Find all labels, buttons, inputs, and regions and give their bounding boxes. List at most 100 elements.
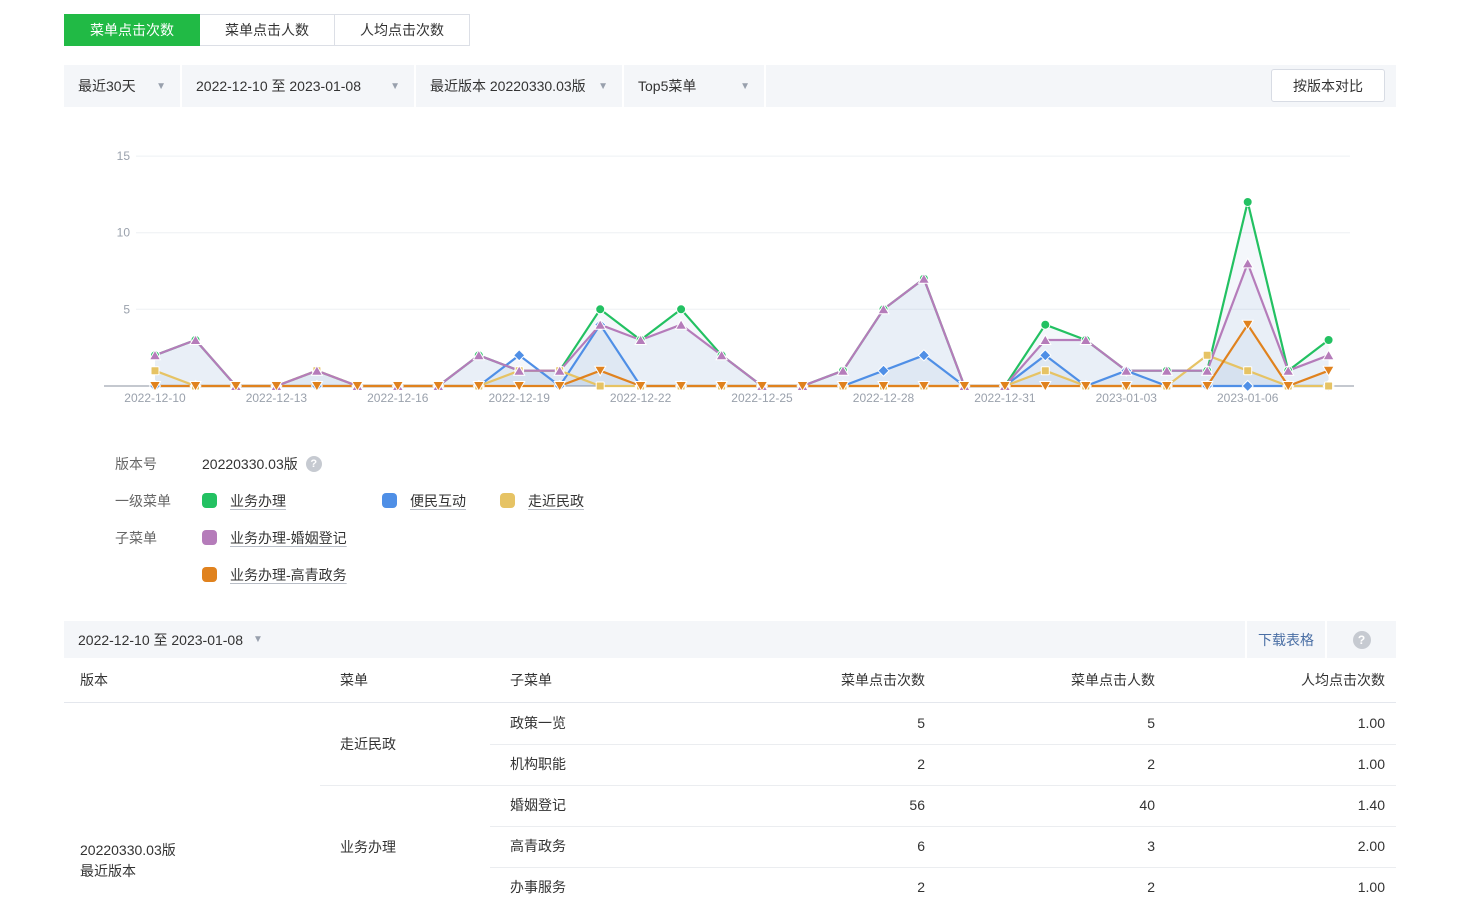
filter-bar-spacer: 按版本对比 bbox=[766, 65, 1396, 107]
svg-text:2023-01-03: 2023-01-03 bbox=[1096, 391, 1158, 405]
svg-text:2022-12-10: 2022-12-10 bbox=[124, 391, 186, 405]
row-divider bbox=[490, 867, 1396, 868]
svg-text:2022-12-16: 2022-12-16 bbox=[367, 391, 429, 405]
version-value: 20220330.03版 bbox=[202, 454, 298, 474]
row-divider bbox=[490, 826, 1396, 827]
svg-text:2022-12-28: 2022-12-28 bbox=[853, 391, 915, 405]
legend-item[interactable]: 业务办理 bbox=[202, 491, 382, 511]
tab-menu-clicks[interactable]: 菜单点击次数 bbox=[64, 14, 200, 46]
help-icon[interactable]: ? bbox=[306, 456, 322, 472]
table-help-cell: ? bbox=[1327, 621, 1396, 658]
chevron-down-icon: ▼ bbox=[156, 81, 166, 92]
svg-text:2023-01-06: 2023-01-06 bbox=[1217, 391, 1279, 405]
svg-text:15: 15 bbox=[117, 149, 131, 163]
date-range-label: 2022-12-10 至 2023-01-08 bbox=[196, 76, 361, 96]
submenu-cell: 办事服务 bbox=[510, 867, 566, 897]
col-version: 版本 bbox=[80, 658, 108, 703]
avg-cell: 1.00 bbox=[1265, 867, 1385, 897]
legend-item-label: 走近民政 bbox=[528, 491, 584, 511]
table-row: 政策一览551.00 bbox=[64, 703, 1396, 744]
submenu-row-label: 子菜单 bbox=[115, 528, 202, 548]
compare-by-version-button[interactable]: 按版本对比 bbox=[1271, 69, 1385, 102]
version-label: 最近版本 20220330.03版 bbox=[430, 76, 586, 96]
tab-avg-clicks[interactable]: 人均点击次数 bbox=[335, 14, 470, 46]
clicks-cell: 2 bbox=[805, 867, 925, 897]
chevron-down-icon: ▼ bbox=[740, 81, 750, 92]
submenu-cell: 高青政务 bbox=[510, 826, 566, 867]
chart-legend: 版本号 20220330.03版 ? 一级菜单 业务办理 便民互动 走近民政 子… bbox=[115, 445, 584, 593]
top-menu-dropdown[interactable]: Top5菜单 ▼ bbox=[624, 65, 764, 107]
legend-item[interactable]: 业务办理-高青政务 bbox=[202, 565, 347, 585]
legend-item-label: 业务办理-婚姻登记 bbox=[230, 528, 347, 548]
clicks-cell: 2 bbox=[805, 744, 925, 785]
chevron-down-icon: ▼ bbox=[598, 81, 608, 92]
svg-text:2022-12-31: 2022-12-31 bbox=[974, 391, 1036, 405]
legend-swatch bbox=[202, 493, 217, 508]
version-cell: 20220330.03版最近版本 bbox=[80, 840, 176, 882]
table-body: 政策一览 5 5 1.00 机构职能 2 2 1.00 婚姻登记 56 40 1.40 高青政务 6 3 2.… bbox=[64, 703, 1396, 897]
version-row-label: 版本号 bbox=[115, 454, 202, 474]
legend-item[interactable]: 走近民政 bbox=[500, 491, 584, 511]
range-preset-label: 最近30天 bbox=[78, 76, 136, 96]
filter-bar: 最近30天 ▼ 2022-12-10 至 2023-01-08 ▼ 最近版本 2… bbox=[64, 65, 1396, 107]
svg-text:5: 5 bbox=[123, 302, 130, 316]
users-cell: 3 bbox=[1035, 826, 1155, 867]
help-icon[interactable]: ? bbox=[1353, 631, 1371, 649]
submenu-cell: 机构职能 bbox=[510, 744, 566, 785]
submenu-cell: 政策一览 bbox=[510, 703, 566, 744]
col-clicks: 菜单点击次数 bbox=[841, 658, 925, 703]
row-divider bbox=[490, 744, 1396, 745]
version-name: 20220330.03版 bbox=[80, 840, 176, 861]
users-cell: 40 bbox=[1035, 785, 1155, 826]
svg-text:2022-12-25: 2022-12-25 bbox=[731, 391, 793, 405]
metric-tabs: 菜单点击次数 菜单点击人数 人均点击次数 bbox=[64, 14, 470, 46]
version-dropdown[interactable]: 最近版本 20220330.03版 ▼ bbox=[416, 65, 622, 107]
clicks-cell: 5 bbox=[805, 703, 925, 744]
users-cell: 2 bbox=[1035, 867, 1155, 897]
date-range-dropdown[interactable]: 2022-12-10 至 2023-01-08 ▼ bbox=[182, 65, 414, 107]
table-row: 办事服务 2 2 1.00 bbox=[64, 867, 1396, 897]
menu-cell: 走近民政 bbox=[340, 703, 396, 785]
legend-item[interactable]: 便民互动 bbox=[382, 491, 500, 511]
version-tag: 最近版本 bbox=[80, 861, 176, 882]
table-header-bar: 2022-12-10 至 2023-01-08 ▼ 下载表格 ? bbox=[64, 621, 1396, 658]
table-date-range-dropdown[interactable]: 2022-12-10 至 2023-01-08 ▼ bbox=[64, 621, 1245, 658]
legend-item[interactable]: 业务办理-婚姻登记 bbox=[202, 528, 347, 548]
legend-swatch bbox=[500, 493, 515, 508]
row-divider bbox=[320, 785, 1396, 786]
legend-item-label: 业务办理 bbox=[230, 491, 286, 511]
avg-cell: 1.40 bbox=[1265, 785, 1385, 826]
submenu-cell: 婚姻登记 bbox=[510, 785, 566, 826]
table-date-range-label: 2022-12-10 至 2023-01-08 bbox=[78, 630, 243, 650]
legend-item-label: 便民互动 bbox=[410, 491, 466, 511]
tab-menu-users[interactable]: 菜单点击人数 bbox=[200, 14, 335, 46]
top-menu-label: Top5菜单 bbox=[638, 76, 696, 96]
chevron-down-icon: ▼ bbox=[390, 81, 400, 92]
chevron-down-icon: ▼ bbox=[253, 634, 263, 645]
col-submenu: 子菜单 bbox=[510, 658, 552, 703]
clicks-cell: 6 bbox=[805, 826, 925, 867]
col-users: 菜单点击人数 bbox=[1071, 658, 1155, 703]
table-row: 高青政务 6 3 2.00 bbox=[64, 826, 1396, 867]
download-table-button[interactable]: 下载表格 bbox=[1247, 621, 1325, 658]
users-cell: 5 bbox=[1035, 703, 1155, 744]
table-row: 婚姻登记 56 40 1.40 bbox=[64, 785, 1396, 826]
clicks-cell: 56 bbox=[805, 785, 925, 826]
table-column-headers: 版本 菜单 子菜单 菜单点击次数 菜单点击人数 人均点击次数 bbox=[64, 658, 1396, 703]
legend-swatch bbox=[202, 567, 217, 582]
legend-swatch bbox=[382, 493, 397, 508]
range-preset-dropdown[interactable]: 最近30天 ▼ bbox=[64, 65, 180, 107]
col-menu: 菜单 bbox=[340, 658, 368, 703]
legend-swatch bbox=[202, 530, 217, 545]
avg-cell: 1.00 bbox=[1265, 744, 1385, 785]
line-chart[interactable]: 510152022-12-102022-12-132022-12-162022-… bbox=[64, 107, 1396, 437]
svg-text:2022-12-13: 2022-12-13 bbox=[246, 391, 308, 405]
menu-cell: 业务办理 bbox=[340, 785, 396, 897]
legend-item-label: 业务办理-高青政务 bbox=[230, 565, 347, 585]
svg-text:2022-12-22: 2022-12-22 bbox=[610, 391, 672, 405]
svg-text:2022-12-19: 2022-12-19 bbox=[489, 391, 551, 405]
users-cell: 2 bbox=[1035, 744, 1155, 785]
avg-cell: 2.00 bbox=[1265, 826, 1385, 867]
col-avg-clicks: 人均点击次数 bbox=[1301, 658, 1385, 703]
table-row: 机构职能 2 2 1.00 bbox=[64, 744, 1396, 785]
